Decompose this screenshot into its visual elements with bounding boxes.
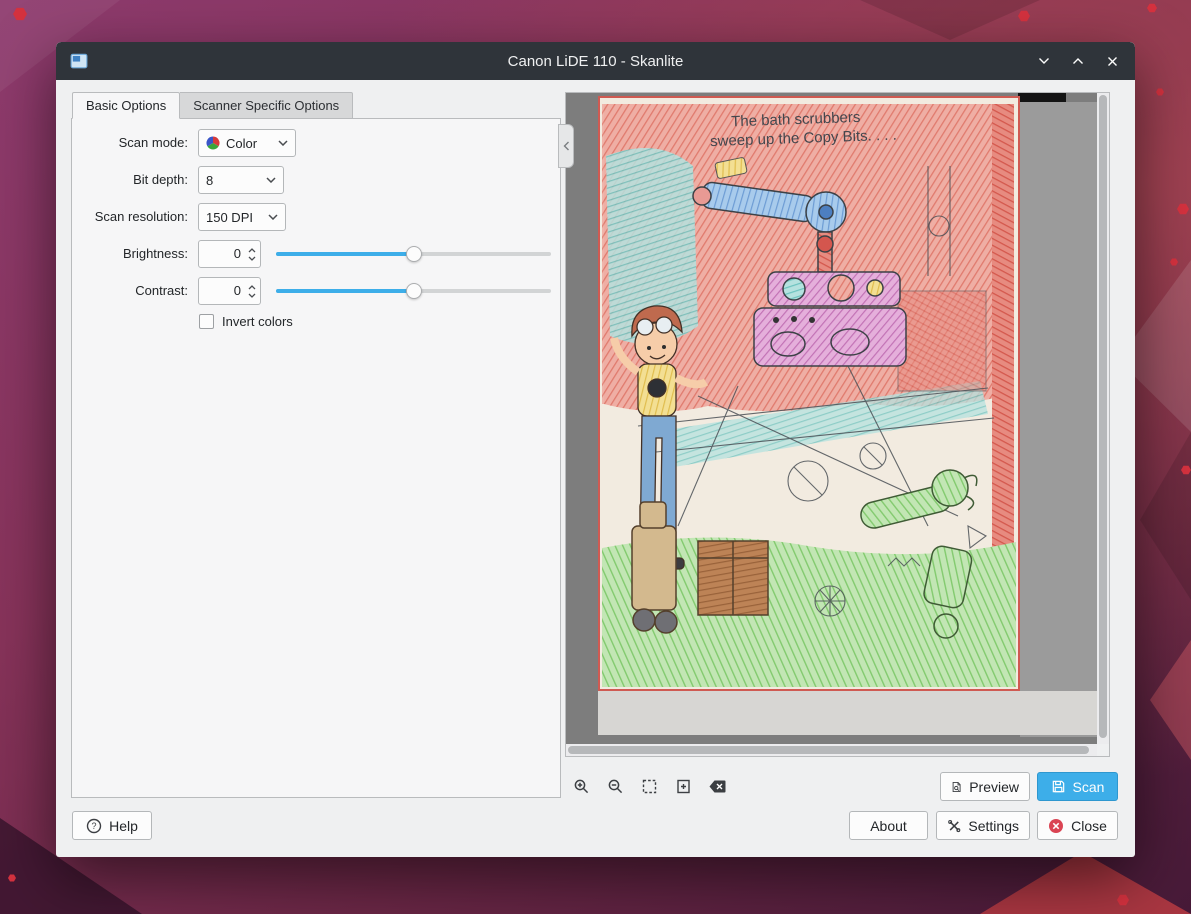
- scanned-image[interactable]: The bath scrubbers sweep up the Copy Bit…: [598, 96, 1020, 691]
- scanner-bed-bottom: [598, 691, 1097, 735]
- brightness-slider[interactable]: [276, 240, 551, 268]
- slider-handle[interactable]: [406, 246, 422, 262]
- scan-button[interactable]: Scan: [1037, 772, 1118, 801]
- tab-scanner-specific-options-label: Scanner Specific Options: [193, 98, 339, 113]
- scrollbar-corner: [1097, 744, 1109, 756]
- titlebar[interactable]: Canon LiDE 110 - Skanlite: [56, 42, 1135, 80]
- zoom-fit-icon: [675, 778, 692, 795]
- brightness-row: Brightness: 0: [72, 240, 560, 268]
- scan-mode-value: Color: [226, 136, 272, 151]
- close-icon: [1107, 56, 1118, 67]
- close-button-label: Close: [1071, 818, 1107, 834]
- zoom-out-icon: [607, 778, 624, 795]
- scan-resolution-select[interactable]: 150 DPI: [198, 203, 286, 231]
- brightness-spin-arrows[interactable]: [244, 241, 260, 267]
- chevron-left-icon: [563, 141, 570, 151]
- chevron-down-icon: [1038, 57, 1050, 65]
- bit-depth-label: Bit depth:: [72, 166, 188, 194]
- contrast-label: Contrast:: [72, 277, 188, 305]
- scanner-bed-edge: [1018, 93, 1066, 102]
- scan-mode-row: Scan mode: Color: [72, 129, 560, 157]
- chevron-up-icon: [1072, 57, 1084, 65]
- tab-basic-options-label: Basic Options: [86, 98, 166, 113]
- slider-fill: [276, 252, 414, 256]
- zoom-selection-icon: [641, 778, 658, 795]
- save-icon: [1051, 779, 1066, 794]
- window-title: Canon LiDE 110 - Skanlite: [56, 53, 1135, 70]
- zoom-to-fit-button[interactable]: [670, 773, 696, 800]
- preview-canvas[interactable]: The bath scrubbers sweep up the Copy Bit…: [566, 93, 1097, 744]
- scan-resolution-row: Scan resolution: 150 DPI: [72, 203, 560, 231]
- zoom-out-button[interactable]: [602, 773, 628, 800]
- invert-colors-row: Invert colors: [72, 312, 560, 332]
- bit-depth-row: Bit depth: 8: [72, 166, 560, 194]
- preview-horizontal-scrollbar[interactable]: [566, 744, 1097, 756]
- zoom-in-icon: [573, 778, 590, 795]
- close-window-button[interactable]: [1103, 52, 1121, 70]
- close-button[interactable]: Close: [1037, 811, 1118, 840]
- contrast-value: 0: [199, 278, 244, 304]
- bit-depth-value: 8: [206, 173, 260, 188]
- help-button[interactable]: ? Help: [72, 811, 152, 840]
- contrast-spin-arrows[interactable]: [244, 278, 260, 304]
- slider-fill: [276, 289, 414, 293]
- zoom-in-button[interactable]: [568, 773, 594, 800]
- scan-mode-label: Scan mode:: [72, 129, 188, 157]
- svg-text:?: ?: [92, 821, 97, 831]
- zoom-to-selection-button[interactable]: [636, 773, 662, 800]
- tab-bar: Basic Options Scanner Specific Options: [72, 92, 353, 119]
- invert-colors-checkbox[interactable]: [199, 314, 214, 329]
- preview-button-label: Preview: [969, 779, 1019, 795]
- color-wheel-icon: [206, 136, 220, 150]
- contrast-slider[interactable]: [276, 277, 551, 305]
- close-circle-icon: [1048, 818, 1064, 834]
- scrollbar-thumb[interactable]: [568, 746, 1089, 754]
- scan-resolution-label: Scan resolution:: [72, 203, 188, 231]
- clear-selections-icon: [708, 779, 727, 794]
- brightness-spinbox[interactable]: 0: [198, 240, 261, 268]
- invert-colors-label: Invert colors: [222, 312, 293, 332]
- scan-button-label: Scan: [1073, 779, 1105, 795]
- preview-button[interactable]: Preview: [940, 772, 1030, 801]
- chevron-down-icon: [266, 177, 276, 183]
- slider-handle[interactable]: [406, 283, 422, 299]
- tab-basic-options[interactable]: Basic Options: [72, 92, 180, 119]
- help-button-label: Help: [109, 818, 138, 834]
- settings-icon: [947, 818, 961, 834]
- document-preview-icon: [951, 779, 962, 795]
- clear-selections-button[interactable]: [704, 773, 730, 800]
- brightness-value: 0: [199, 241, 244, 267]
- scrollbar-thumb[interactable]: [1099, 95, 1107, 738]
- scan-mode-select[interactable]: Color: [198, 129, 296, 157]
- spin-up-icon: [248, 248, 256, 253]
- tab-scanner-specific-options[interactable]: Scanner Specific Options: [180, 92, 353, 119]
- window-controls: [1035, 42, 1121, 80]
- brightness-label: Brightness:: [72, 240, 188, 268]
- chevron-down-icon: [268, 214, 278, 220]
- bit-depth-select[interactable]: 8: [198, 166, 284, 194]
- preview-vertical-scrollbar[interactable]: [1097, 93, 1109, 744]
- contrast-row: Contrast: 0: [72, 277, 560, 305]
- about-button[interactable]: About: [849, 811, 928, 840]
- help-icon: ?: [86, 818, 102, 834]
- skanlite-window: Canon LiDE 110 - Skanlite Bas: [56, 42, 1135, 857]
- chevron-down-icon: [278, 140, 288, 146]
- splitter-collapse-handle[interactable]: [558, 124, 574, 168]
- maximize-button[interactable]: [1069, 52, 1087, 70]
- scanner-bed-right: [1020, 102, 1097, 737]
- minimize-button[interactable]: [1035, 52, 1053, 70]
- spin-up-icon: [248, 285, 256, 290]
- preview-frame: The bath scrubbers sweep up the Copy Bit…: [565, 92, 1110, 757]
- about-button-label: About: [870, 818, 907, 834]
- spin-down-icon: [248, 293, 256, 298]
- preview-toolbar: [568, 773, 730, 800]
- spin-down-icon: [248, 256, 256, 261]
- contrast-spinbox[interactable]: 0: [198, 277, 261, 305]
- settings-button-label: Settings: [968, 818, 1019, 834]
- desktop: Canon LiDE 110 - Skanlite Bas: [0, 0, 1191, 914]
- basic-options-panel: Scan mode: Color Bit depth: 8: [71, 118, 561, 798]
- settings-button[interactable]: Settings: [936, 811, 1030, 840]
- scan-resolution-value: 150 DPI: [206, 210, 262, 225]
